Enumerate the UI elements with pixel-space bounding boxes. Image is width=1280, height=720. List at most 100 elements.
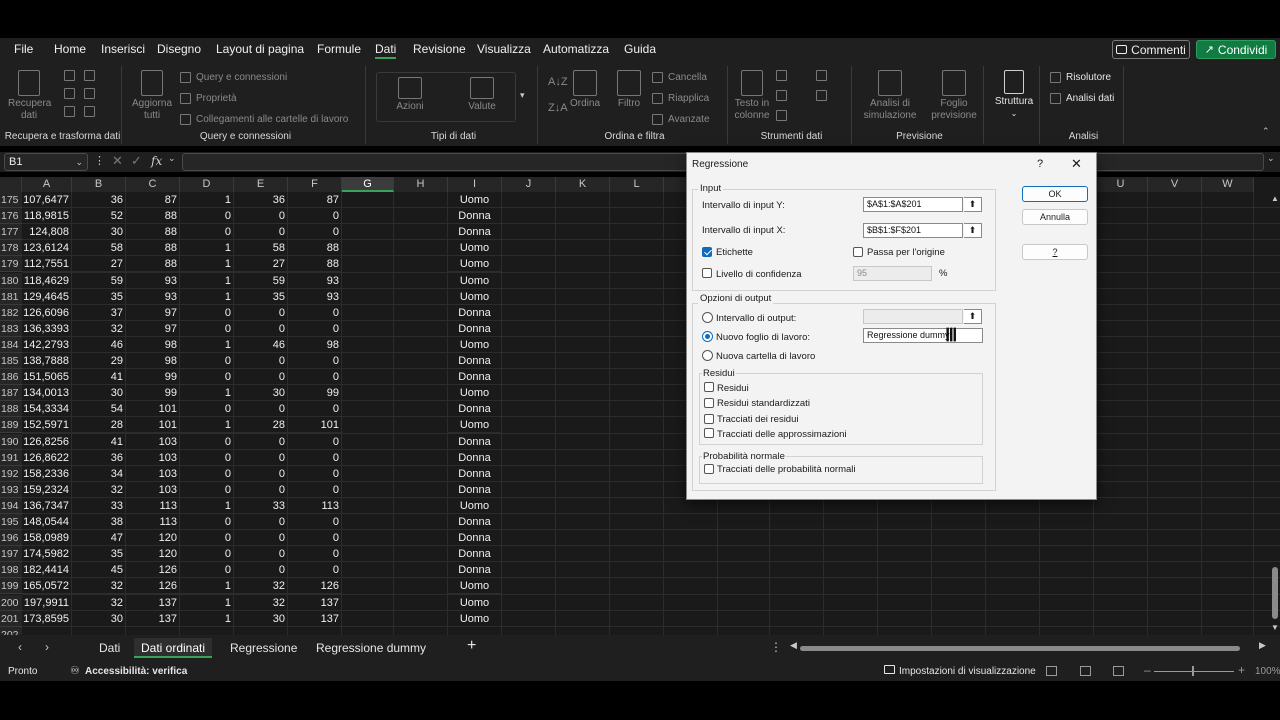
table-cell[interactable]: 0 (288, 546, 342, 563)
table-cell[interactable]: 154,3334 (22, 401, 72, 418)
row-header[interactable]: 201 (0, 610, 22, 627)
table-cell[interactable]: 99 (288, 385, 342, 402)
data-tool-icon[interactable] (776, 90, 787, 101)
table-cell[interactable]: 46 (234, 336, 288, 353)
table-cell[interactable]: 0 (180, 481, 234, 498)
table-cell[interactable]: 113 (126, 514, 180, 530)
table-cell[interactable]: 32 (72, 320, 126, 337)
select-all-corner[interactable] (0, 177, 22, 192)
horizontal-scrollbar[interactable] (800, 646, 1240, 651)
table-cell[interactable]: 1 (180, 594, 234, 611)
table-cell[interactable]: 93 (288, 272, 342, 289)
table-cell[interactable]: 1 (180, 288, 234, 305)
column-header[interactable]: F (288, 177, 342, 192)
table-cell[interactable]: 0 (288, 304, 342, 321)
table-cell[interactable]: 28 (234, 417, 288, 434)
table-cell[interactable]: 98 (288, 336, 342, 353)
table-cell[interactable]: 1 (180, 192, 234, 208)
residual-plots-checkbox[interactable] (704, 414, 714, 424)
table-cell[interactable]: Donna (448, 546, 502, 563)
table-cell[interactable]: 0 (288, 433, 342, 450)
table-cell[interactable]: 0 (234, 546, 288, 563)
table-cell[interactable]: Donna (448, 562, 502, 579)
table-cell[interactable]: 30 (72, 385, 126, 402)
menu-automatizza[interactable]: Automatizza (543, 42, 609, 56)
column-header[interactable]: C (126, 177, 180, 192)
table-cell[interactable] (234, 626, 288, 635)
accessibility-status[interactable]: Accessibilità: verifica (85, 666, 187, 677)
table-cell[interactable]: 118,9815 (22, 208, 72, 225)
what-if-button[interactable]: Analisi di simulazione (860, 70, 920, 122)
table-cell[interactable]: 41 (72, 369, 126, 386)
table-cell[interactable]: 129,4645 (22, 288, 72, 305)
query-item-2[interactable]: Collegamenti alle cartelle di lavoro (180, 114, 348, 125)
zoom-in-icon[interactable]: + (1238, 663, 1245, 677)
row-header[interactable]: 189 (0, 417, 22, 434)
data-tool-icon[interactable] (816, 90, 827, 101)
table-cell[interactable]: 0 (180, 353, 234, 369)
table-cell[interactable]: 1 (180, 417, 234, 434)
table-cell[interactable]: Uomo (448, 256, 502, 273)
row-header[interactable]: 176 (0, 208, 22, 225)
table-cell[interactable]: 97 (126, 304, 180, 321)
menu-revisione[interactable]: Revisione (413, 42, 466, 56)
table-cell[interactable]: 98 (126, 336, 180, 353)
table-cell[interactable]: 45 (72, 562, 126, 579)
table-cell[interactable]: 1 (180, 610, 234, 627)
table-cell[interactable]: 0 (180, 449, 234, 466)
row-header[interactable]: 180 (0, 272, 22, 289)
table-cell[interactable]: 32 (234, 578, 288, 595)
column-header[interactable]: W (1202, 177, 1254, 192)
table-cell[interactable] (22, 626, 72, 635)
table-cell[interactable]: 0 (180, 224, 234, 241)
next-sheet-icon[interactable]: › (45, 640, 49, 654)
table-cell[interactable]: 46 (72, 336, 126, 353)
table-cell[interactable]: 99 (126, 369, 180, 386)
table-cell[interactable] (288, 626, 342, 635)
table-cell[interactable]: 0 (180, 514, 234, 530)
row-header[interactable]: 175 (0, 192, 22, 208)
insert-function-button[interactable]: fx (151, 154, 162, 168)
get-data-source-icon[interactable] (64, 88, 75, 99)
cancel-entry-icon[interactable]: ✕ (112, 153, 123, 169)
table-cell[interactable]: 58 (234, 240, 288, 257)
table-cell[interactable]: Donna (448, 320, 502, 337)
table-cell[interactable]: Uomo (448, 417, 502, 434)
row-header[interactable]: 185 (0, 353, 22, 369)
table-cell[interactable]: 120 (126, 530, 180, 547)
table-cell[interactable]: 27 (234, 256, 288, 273)
new-worksheet-radio[interactable] (702, 331, 713, 342)
share-button[interactable]: ↗ Condividi (1196, 40, 1276, 59)
confirm-entry-icon[interactable]: ✓ (131, 153, 142, 169)
table-cell[interactable]: 0 (180, 546, 234, 563)
sheet-tab-regressione-dummy[interactable]: Regressione dummy (316, 638, 426, 658)
table-cell[interactable]: 137 (288, 610, 342, 627)
row-header[interactable]: 183 (0, 320, 22, 337)
table-cell[interactable]: 32 (72, 481, 126, 498)
table-cell[interactable]: 87 (126, 192, 180, 208)
table-cell[interactable]: 38 (72, 514, 126, 530)
table-cell[interactable]: Donna (448, 369, 502, 386)
table-cell[interactable]: Uomo (448, 610, 502, 627)
table-cell[interactable]: 35 (72, 546, 126, 563)
column-header[interactable]: V (1148, 177, 1202, 192)
table-cell[interactable]: 159,2324 (22, 481, 72, 498)
table-cell[interactable] (448, 626, 502, 635)
cancel-button[interactable]: Annulla (1022, 209, 1088, 225)
residuals-checkbox[interactable] (704, 382, 714, 392)
table-cell[interactable]: Uomo (448, 385, 502, 402)
gallery-expand-icon[interactable]: ▾ (520, 90, 525, 101)
table-cell[interactable]: Donna (448, 401, 502, 418)
menu-home[interactable]: Home (54, 42, 86, 56)
table-cell[interactable]: Uomo (448, 240, 502, 257)
row-header[interactable]: 202 (0, 626, 22, 635)
table-cell[interactable]: 126 (126, 562, 180, 579)
table-cell[interactable]: 30 (234, 385, 288, 402)
currencies-button[interactable]: Valute (457, 77, 507, 113)
table-cell[interactable]: 136,7347 (22, 497, 72, 514)
table-cell[interactable]: 0 (288, 208, 342, 225)
table-cell[interactable]: Uomo (448, 288, 502, 305)
table-cell[interactable]: 0 (288, 449, 342, 466)
new-workbook-radio[interactable] (702, 350, 713, 361)
prev-sheet-icon[interactable]: ‹ (18, 640, 22, 654)
